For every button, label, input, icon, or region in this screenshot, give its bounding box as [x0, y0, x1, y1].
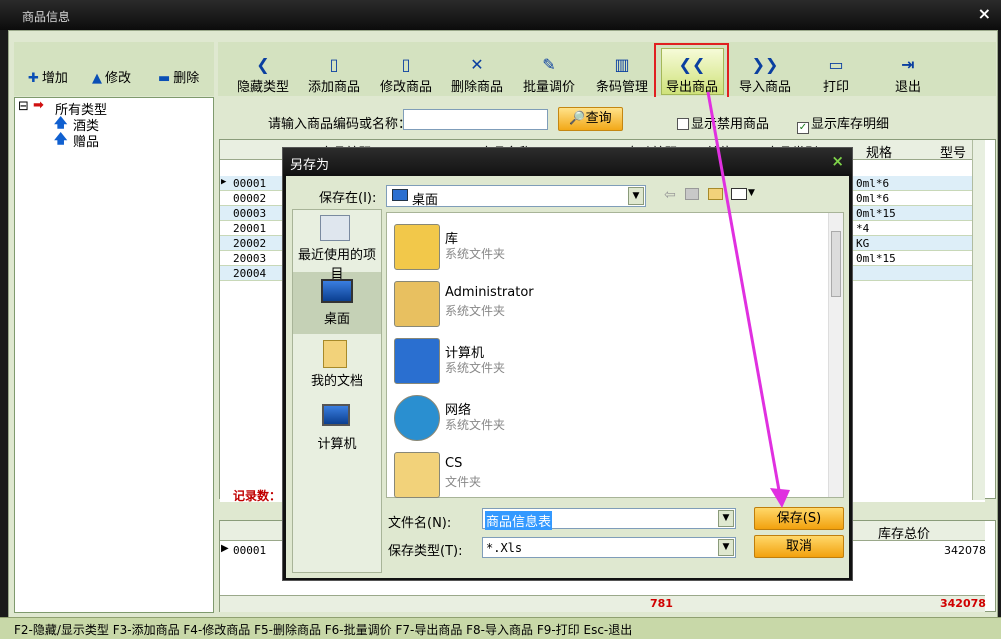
annotation-arrow-head: [770, 488, 790, 508]
annotation-arrow-line: [706, 91, 782, 497]
annotation-overlay: [706, 91, 790, 508]
